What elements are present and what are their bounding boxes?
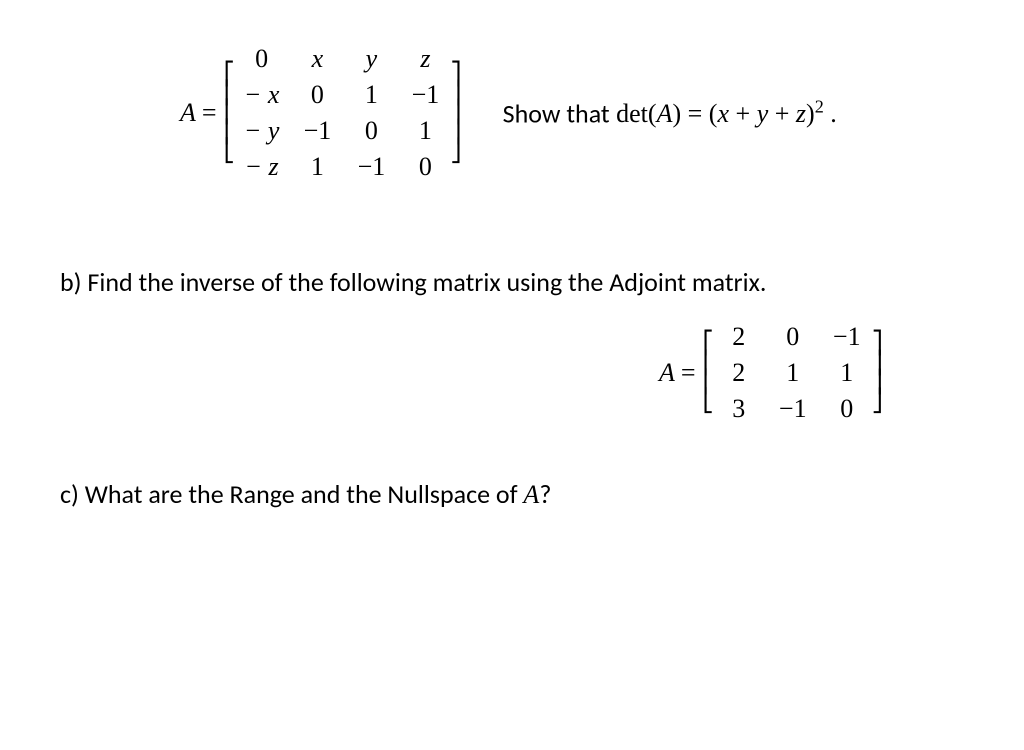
left-bracket-b: ⎡ ⎢ ⎢ ⎣ bbox=[702, 334, 715, 411]
matrix-b-equation: A = ⎡ ⎢ ⎢ ⎣ 2 0 −1 2 1 1 3 −1 0 ⎤ ⎥ bbox=[659, 318, 884, 428]
det-expression: det(A) = (x + y + z)2 . bbox=[616, 99, 837, 128]
lhs-A: A bbox=[180, 98, 196, 128]
matrix-a-body: 0 x y z − x 0 1 −1 − y −1 0 1 − z 1 −1 0 bbox=[236, 40, 450, 186]
lhs-A-b: A bbox=[659, 358, 675, 388]
right-bracket-b: ⎤ ⎥ ⎥ ⎦ bbox=[871, 334, 884, 411]
matrix-b: ⎡ ⎢ ⎢ ⎣ 2 0 −1 2 1 1 3 −1 0 ⎤ ⎥ ⎥ ⎦ bbox=[702, 318, 885, 428]
part-a-row: A = ⎡ ⎢ ⎢ ⎢ ⎣ 0 x y z − x 0 1 −1 − y −1 … bbox=[180, 40, 964, 186]
matrix-b-body: 2 0 −1 2 1 1 3 −1 0 bbox=[715, 318, 871, 428]
right-bracket: ⎤ ⎥ ⎥ ⎥ ⎦ bbox=[449, 65, 462, 162]
equals: = bbox=[202, 98, 217, 128]
part-c-after: ? bbox=[539, 478, 551, 510]
matrix-a: ⎡ ⎢ ⎢ ⎢ ⎣ 0 x y z − x 0 1 −1 − y −1 0 1 … bbox=[223, 40, 463, 186]
equals-b: = bbox=[681, 358, 696, 388]
matrix-a-equation: A = ⎡ ⎢ ⎢ ⎢ ⎣ 0 x y z − x 0 1 −1 − y −1 … bbox=[180, 40, 463, 186]
show-that-text: Show that det(A) = (x + y + z)2 . bbox=[503, 97, 837, 130]
matrix-b-wrap: A = ⎡ ⎢ ⎢ ⎣ 2 0 −1 2 1 1 3 −1 0 ⎤ ⎥ bbox=[60, 318, 884, 428]
part-c-var: A bbox=[523, 480, 539, 509]
part-c-before: c) What are the Range and the Nullspace … bbox=[60, 478, 523, 510]
part-c-question: c) What are the Range and the Nullspace … bbox=[60, 478, 964, 510]
left-bracket: ⎡ ⎢ ⎢ ⎢ ⎣ bbox=[223, 65, 236, 162]
show-that-label: Show that bbox=[503, 97, 610, 129]
part-b-question: b) Find the inverse of the following mat… bbox=[60, 266, 964, 298]
